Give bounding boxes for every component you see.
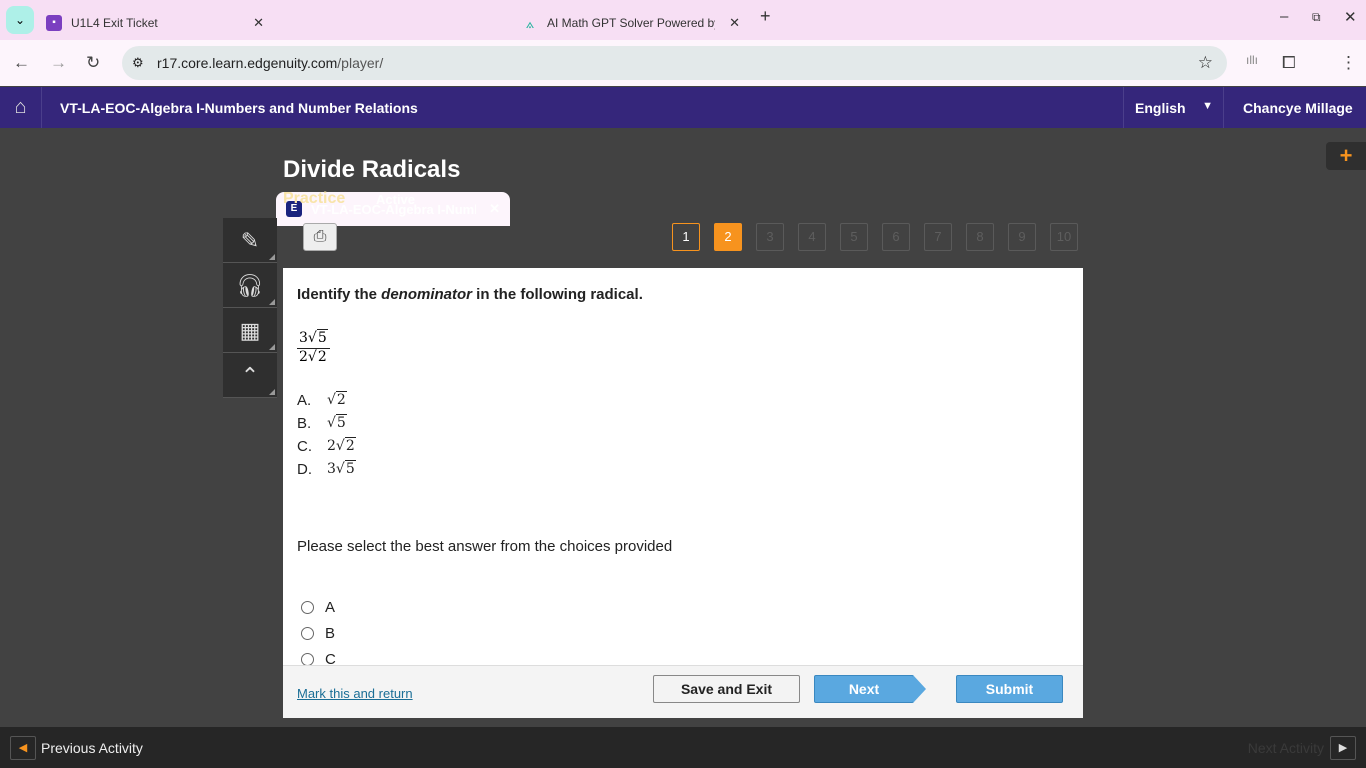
page-button-current[interactable]: 2 — [714, 223, 742, 251]
back-icon[interactable]: ← — [13, 53, 30, 73]
choice-a: A. √2 — [297, 391, 347, 409]
toolbar: ✎ 🎧︎ ▦ ⌃ — [223, 218, 277, 398]
page-button[interactable]: 7 — [924, 223, 952, 251]
save-and-exit-button[interactable]: Save and Exit — [653, 675, 800, 703]
page-button[interactable]: 8 — [966, 223, 994, 251]
page-button[interactable]: 4 — [798, 223, 826, 251]
browser-tab[interactable]: ⟑ AI Math GPT Solver Powered by AI ✕ — [512, 6, 750, 40]
compass-icon: ⟑ — [525, 15, 535, 31]
tab-title: AI Math GPT Solver Powered by AI — [547, 16, 715, 30]
close-tab-icon[interactable]: ✕ — [489, 201, 500, 217]
page-button[interactable]: 3 — [756, 223, 784, 251]
home-icon[interactable]: ⌂ — [0, 87, 42, 128]
next-button[interactable]: Next — [814, 675, 926, 703]
url-path: /player/ — [337, 55, 384, 71]
activity-nav-bar: ◀ Previous Activity Next Activity ▶ — [0, 727, 1366, 768]
choice-b: B. √5 — [297, 414, 347, 432]
plus-icon[interactable]: + — [1326, 142, 1366, 170]
page-button[interactable]: 10 — [1050, 223, 1078, 251]
next-activity-button[interactable]: Next Activity ▶ — [1248, 736, 1356, 760]
extensions-puzzle-icon[interactable]: ⧠ — [1282, 53, 1296, 73]
new-tab-icon[interactable]: + — [760, 6, 771, 27]
page-button[interactable]: 1 — [672, 223, 700, 251]
question-pagination: 1 2 3 4 5 6 7 8 9 10 — [672, 223, 1078, 251]
language-select[interactable]: English ▼ — [1123, 87, 1224, 128]
lesson-title: Divide Radicals — [283, 156, 461, 183]
minimize-icon[interactable]: – — [1280, 8, 1288, 25]
url-input[interactable]: ⚙ r17.core.learn.edgenuity.com/player/ ☆ — [122, 46, 1227, 80]
arrow-left-icon: ◀ — [10, 736, 36, 760]
question-footer: Mark this and return Save and Exit Next … — [283, 665, 1083, 718]
pencil-icon[interactable]: ✎ — [223, 218, 277, 263]
arrow-right-icon: ▶ — [1330, 736, 1356, 760]
browser-tab-bar: ⌄ ▪ U1L4 Exit Ticket ✕ E VT-LA-EOC-Algeb… — [0, 0, 1366, 226]
close-tab-icon[interactable]: ✕ — [253, 15, 264, 31]
url-host: r17.core.learn.edgenuity.com — [157, 55, 338, 71]
radio-option-b[interactable]: B — [301, 620, 336, 646]
activity-status: Active — [376, 192, 416, 207]
compass-tool-icon[interactable]: ⌃ — [223, 353, 277, 398]
course-title: VT-LA-EOC-Algebra I-Numbers and Number R… — [60, 100, 418, 116]
submit-button[interactable]: Submit — [956, 675, 1063, 703]
calculator-icon[interactable]: ▦ — [223, 308, 277, 353]
answer-radio-group: A B C — [301, 594, 336, 672]
question-panel: Identify the denominator in the followin… — [283, 268, 1083, 718]
menu-kebab-icon[interactable]: ⋮ — [1340, 53, 1357, 73]
classroom-icon: ▪ — [46, 15, 62, 31]
extension-icon[interactable]: ıllı — [1246, 53, 1258, 67]
bookmark-star-icon[interactable]: ☆ — [1198, 46, 1213, 80]
close-tab-icon[interactable]: ✕ — [729, 15, 740, 31]
restore-icon[interactable]: ⧉ — [1312, 10, 1321, 25]
print-icon[interactable]: ⎙ — [303, 223, 337, 251]
reload-icon[interactable]: ↻ — [86, 53, 100, 73]
page-button[interactable]: 6 — [882, 223, 910, 251]
tab-search-button[interactable]: ⌄ — [6, 6, 34, 34]
course-header: ⌂ VT-LA-EOC-Algebra I-Numbers and Number… — [0, 87, 1366, 128]
forward-icon[interactable]: → — [50, 53, 67, 73]
activity-type: Practice — [283, 190, 346, 207]
chevron-down-icon: ▼ — [1202, 100, 1213, 112]
previous-activity-button[interactable]: ◀ Previous Activity — [10, 736, 143, 760]
site-info-icon[interactable]: ⚙ — [132, 46, 144, 80]
answer-choices: A. √2 B. √5 C. 2√2 D. 3√5 — [297, 391, 356, 484]
page-button[interactable]: 9 — [1008, 223, 1036, 251]
page-button[interactable]: 5 — [840, 223, 868, 251]
headphones-icon[interactable]: 🎧︎ — [223, 263, 277, 308]
language-label: English — [1135, 100, 1186, 116]
radical-fraction: 3√5 2√2 — [297, 329, 330, 365]
answer-prompt: Please select the best answer from the c… — [297, 538, 673, 555]
choice-d: D. 3√5 — [297, 460, 356, 478]
address-bar-row: ← → ↻ ⚙ r17.core.learn.edgenuity.com/pla… — [0, 40, 1366, 86]
close-window-icon[interactable]: ✕ — [1344, 8, 1357, 26]
choice-c: C. 2√2 — [297, 437, 356, 455]
user-name[interactable]: Chancye Millage — [1243, 100, 1353, 116]
browser-tab[interactable]: ▪ U1L4 Exit Ticket ✕ — [36, 6, 274, 40]
mark-and-return-link[interactable]: Mark this and return — [297, 686, 413, 701]
tab-title: U1L4 Exit Ticket — [71, 16, 158, 30]
question-text: Identify the denominator in the followin… — [297, 286, 643, 303]
radio-option-a[interactable]: A — [301, 594, 336, 620]
